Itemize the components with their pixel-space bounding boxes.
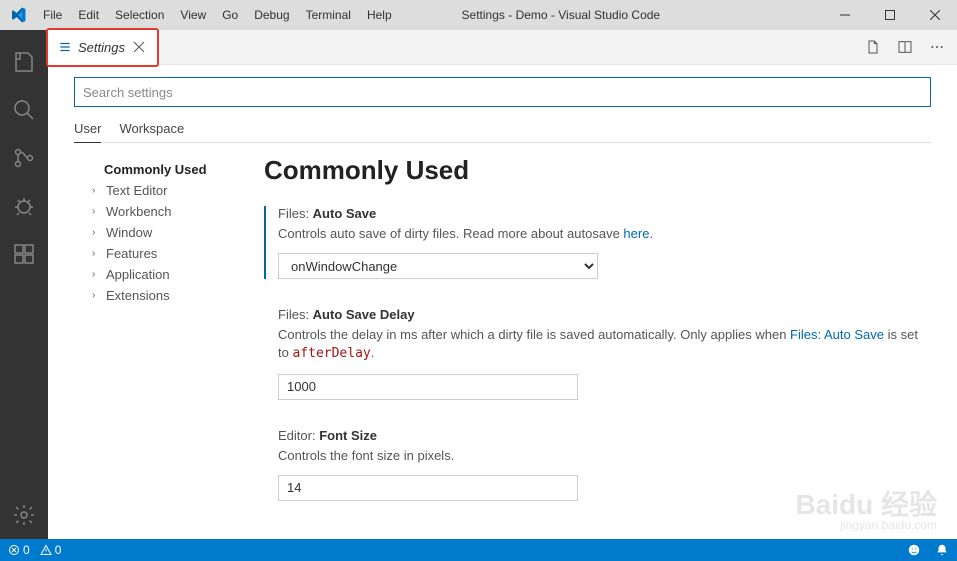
status-errors[interactable]: 0 [8, 543, 30, 557]
chevron-right-icon: › [92, 269, 102, 280]
menu-edit[interactable]: Edit [70, 0, 107, 30]
source-control-icon[interactable] [0, 134, 48, 182]
chevron-right-icon: › [92, 290, 102, 301]
settings-tab-label: Settings [78, 40, 125, 55]
settings-scope-tabs: User Workspace [74, 121, 931, 143]
explorer-icon[interactable] [0, 38, 48, 86]
chevron-right-icon: › [92, 206, 102, 217]
setting-files-auto-save: Files: Auto Save Controls auto save of d… [264, 206, 931, 279]
autosave-doc-link[interactable]: here [623, 226, 649, 241]
auto-save-link[interactable]: Files: Auto Save [790, 327, 884, 342]
close-tab-icon[interactable] [131, 39, 147, 55]
toc-commonly-used[interactable]: Commonly Used [74, 159, 234, 180]
font-size-input[interactable] [278, 475, 578, 501]
open-settings-json-icon[interactable] [865, 39, 881, 55]
menu-file[interactable]: File [35, 0, 70, 30]
split-editor-icon[interactable] [897, 39, 913, 55]
toc-window[interactable]: ›Window [74, 222, 234, 243]
toc-application[interactable]: ›Application [74, 264, 234, 285]
window-title: Settings - Demo - Visual Studio Code [400, 8, 822, 22]
status-bar: 0 0 [0, 539, 957, 561]
setting-description: Controls the font size in pixels. [278, 447, 931, 465]
chevron-right-icon: › [92, 248, 102, 259]
setting-name: Auto Save Delay [313, 307, 415, 322]
settings-detail-pane: Commonly Used Files: Auto Save Controls … [234, 155, 931, 539]
settings-section-heading: Commonly Used [264, 155, 931, 186]
setting-category: Files: [278, 307, 313, 322]
settings-search-input[interactable] [83, 85, 922, 100]
setting-editor-font-size: Editor: Font Size Controls the font size… [264, 428, 931, 501]
after-delay-code: afterDelay [292, 346, 370, 361]
extensions-icon[interactable] [0, 230, 48, 278]
status-warnings[interactable]: 0 [40, 543, 62, 557]
menu-help[interactable]: Help [359, 0, 400, 30]
window-maximize-button[interactable] [867, 0, 912, 30]
scope-user-tab[interactable]: User [74, 121, 101, 143]
menu-selection[interactable]: Selection [107, 0, 172, 30]
menu-view[interactable]: View [172, 0, 214, 30]
scope-workspace-tab[interactable]: Workspace [119, 121, 184, 142]
vscode-logo [0, 7, 35, 23]
window-close-button[interactable] [912, 0, 957, 30]
window-minimize-button[interactable] [822, 0, 867, 30]
status-notifications-icon[interactable] [935, 543, 949, 557]
setting-category: Editor: [278, 428, 319, 443]
toc-features[interactable]: ›Features [74, 243, 234, 264]
menu-terminal[interactable]: Terminal [298, 0, 359, 30]
menu-debug[interactable]: Debug [246, 0, 297, 30]
setting-name: Auto Save [313, 206, 377, 221]
setting-description: Controls auto save of dirty files. Read … [278, 225, 931, 243]
menu-go[interactable]: Go [214, 0, 246, 30]
activity-bar [0, 30, 48, 539]
setting-files-auto-save-delay: Files: Auto Save Delay Controls the dela… [264, 307, 931, 399]
title-bar: File Edit Selection View Go Debug Termin… [0, 0, 957, 30]
setting-category: Files: [278, 206, 313, 221]
chevron-right-icon: › [92, 227, 102, 238]
settings-toc: Commonly Used ›Text Editor ›Workbench ›W… [74, 155, 234, 539]
search-icon[interactable] [0, 86, 48, 134]
toc-text-editor[interactable]: ›Text Editor [74, 180, 234, 201]
warning-icon [40, 544, 52, 556]
toc-workbench[interactable]: ›Workbench [74, 201, 234, 222]
status-feedback-icon[interactable] [907, 543, 921, 557]
setting-name: Font Size [319, 428, 377, 443]
more-actions-icon[interactable] [929, 39, 945, 55]
setting-description: Controls the delay in ms after which a d… [278, 326, 931, 363]
error-icon [8, 544, 20, 556]
chevron-right-icon: › [92, 185, 102, 196]
settings-tab[interactable]: Settings [48, 30, 157, 65]
settings-search-box[interactable] [74, 77, 931, 107]
auto-save-select[interactable]: onWindowChange [278, 253, 598, 279]
settings-tab-icon [58, 40, 72, 54]
toc-extensions[interactable]: ›Extensions [74, 285, 234, 306]
settings-gear-icon[interactable] [0, 491, 48, 539]
editor-tabs: Settings [48, 30, 957, 65]
debug-icon[interactable] [0, 182, 48, 230]
auto-save-delay-input[interactable] [278, 374, 578, 400]
